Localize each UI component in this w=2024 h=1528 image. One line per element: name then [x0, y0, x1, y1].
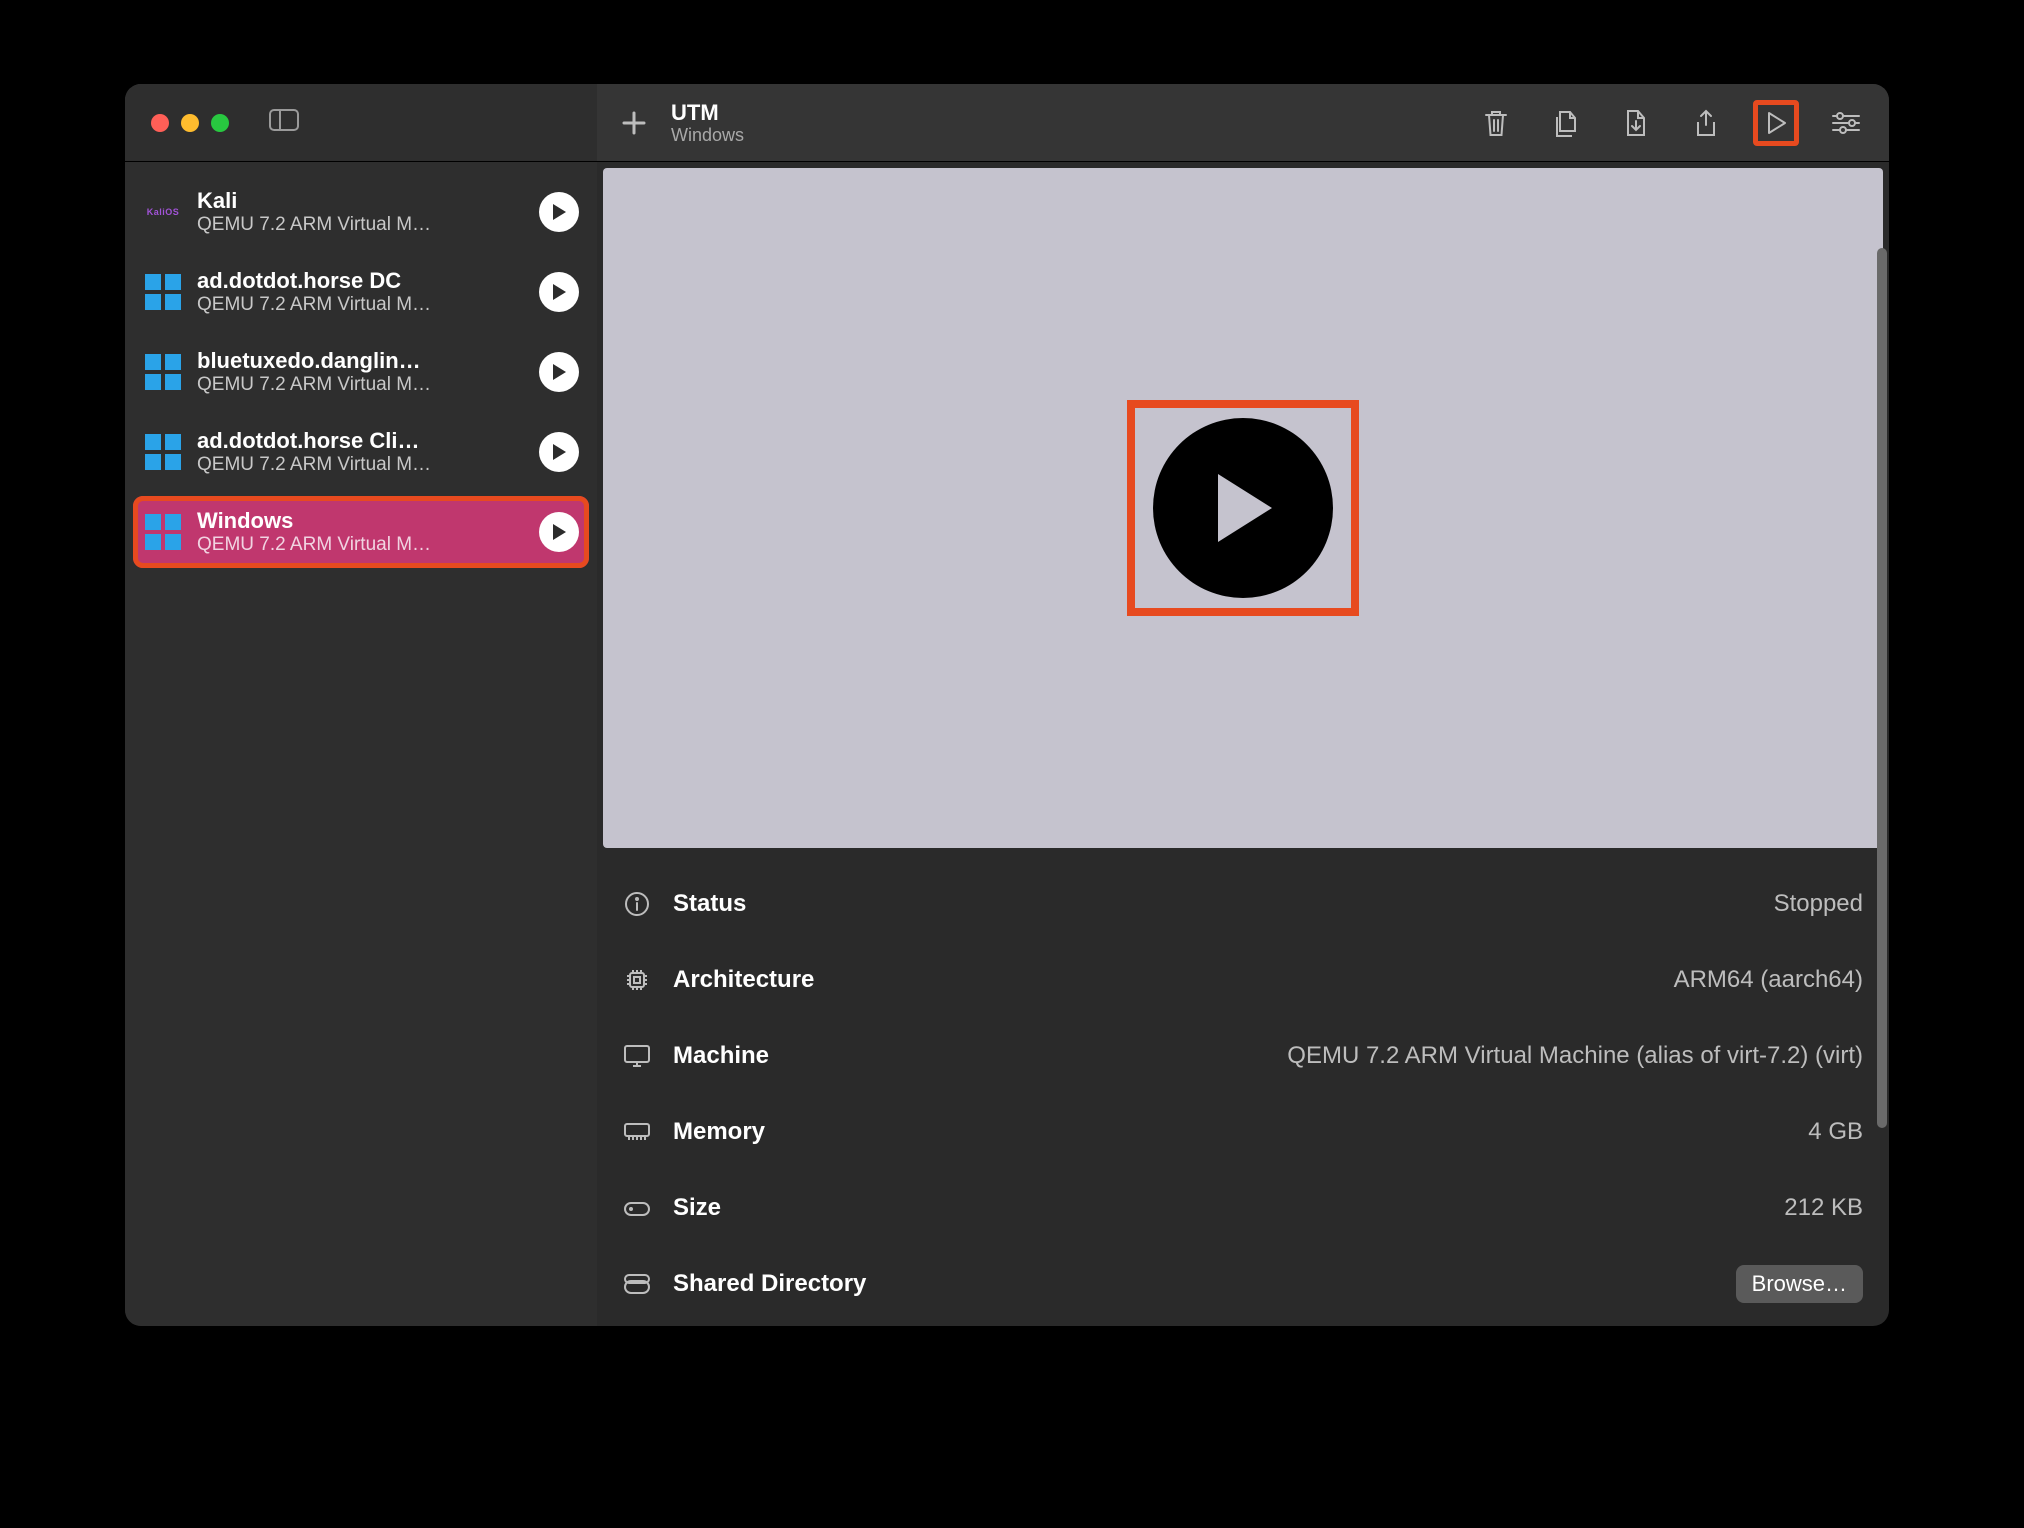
vm-name: Windows [197, 508, 525, 534]
move-button[interactable] [1613, 100, 1659, 146]
sidebar-item-bluetuxedo[interactable]: bluetuxedo.danglin… QEMU 7.2 ARM Virtual… [133, 336, 589, 408]
vm-details: Status Stopped Architecture ARM64 (aarch… [597, 848, 1889, 1326]
sidebar-item-kali[interactable]: KaliOS Kali QEMU 7.2 ARM Virtual M… [133, 176, 589, 248]
settings-button[interactable] [1823, 100, 1869, 146]
windows-icon [143, 512, 183, 552]
play-icon[interactable] [539, 352, 579, 392]
play-icon[interactable] [539, 432, 579, 472]
windows-icon [143, 432, 183, 472]
vm-name: Kali [197, 188, 525, 214]
detail-label: Status [673, 890, 746, 918]
detail-value: ARM64 (aarch64) [1674, 966, 1863, 994]
delete-button[interactable] [1473, 100, 1519, 146]
scrollbar[interactable] [1877, 248, 1887, 1128]
browse-button[interactable]: Browse… [1736, 1265, 1863, 1303]
body: KaliOS Kali QEMU 7.2 ARM Virtual M… ad.d… [125, 162, 1889, 1326]
new-vm-button[interactable] [611, 100, 657, 146]
window-controls [151, 114, 229, 132]
detail-value: QEMU 7.2 ARM Virtual Machine (alias of v… [1287, 1042, 1863, 1070]
vm-sub: QEMU 7.2 ARM Virtual M… [197, 534, 525, 556]
toggle-sidebar-button[interactable] [269, 109, 299, 136]
detail-label: Shared Directory [673, 1270, 866, 1298]
detail-row-machine: Machine QEMU 7.2 ARM Virtual Machine (al… [623, 1018, 1863, 1094]
vm-name: ad.dotdot.horse DC [197, 268, 525, 294]
detail-row-status: Status Stopped [623, 866, 1863, 942]
detail-row-architecture: Architecture ARM64 (aarch64) [623, 942, 1863, 1018]
title-block: UTM Windows [671, 100, 744, 146]
play-icon[interactable] [539, 192, 579, 232]
detail-label: Size [673, 1194, 721, 1222]
kali-icon: KaliOS [143, 192, 183, 232]
share-button[interactable] [1683, 100, 1729, 146]
vm-sub: QEMU 7.2 ARM Virtual M… [197, 294, 525, 316]
titlebar-main: UTM Windows [597, 84, 1889, 161]
detail-row-shared-directory: Shared Directory Browse… [623, 1246, 1863, 1322]
display-icon [623, 1044, 651, 1068]
vm-sub: QEMU 7.2 ARM Virtual M… [197, 374, 525, 396]
windows-icon [143, 352, 183, 392]
detail-label: Machine [673, 1042, 769, 1070]
vm-preview [603, 168, 1883, 848]
play-icon[interactable] [539, 512, 579, 552]
zoom-window-button[interactable] [211, 114, 229, 132]
detail-label: Architecture [673, 966, 814, 994]
sidebar-item-ad-client[interactable]: ad.dotdot.horse Cli… QEMU 7.2 ARM Virtua… [133, 416, 589, 488]
toolbar-actions [1473, 100, 1879, 146]
detail-value: 212 KB [1784, 1194, 1863, 1222]
preview-play-button[interactable] [1153, 418, 1333, 598]
sidebar: KaliOS Kali QEMU 7.2 ARM Virtual M… ad.d… [125, 162, 597, 1326]
titlebar: UTM Windows [125, 84, 1889, 162]
info-icon [623, 891, 651, 917]
drive-icon [623, 1198, 651, 1218]
vm-sub: QEMU 7.2 ARM Virtual M… [197, 454, 525, 476]
vm-sub: QEMU 7.2 ARM Virtual M… [197, 214, 525, 236]
memory-icon [623, 1122, 651, 1142]
detail-value: 4 GB [1808, 1118, 1863, 1146]
folder-icon [623, 1273, 651, 1295]
titlebar-left [125, 84, 597, 161]
detail-value: Stopped [1774, 890, 1863, 918]
cpu-icon [623, 967, 651, 993]
app-window: UTM Windows [125, 84, 1889, 1326]
app-title: UTM [671, 100, 744, 125]
detail-label: Memory [673, 1118, 765, 1146]
detail-row-size: Size 212 KB [623, 1170, 1863, 1246]
detail-row-memory: Memory 4 GB [623, 1094, 1863, 1170]
clone-button[interactable] [1543, 100, 1589, 146]
main-pane: Status Stopped Architecture ARM64 (aarch… [597, 162, 1889, 1326]
vm-name: ad.dotdot.horse Cli… [197, 428, 525, 454]
vm-name: bluetuxedo.danglin… [197, 348, 525, 374]
preview-play-highlight [1127, 400, 1359, 616]
windows-icon [143, 272, 183, 312]
minimize-window-button[interactable] [181, 114, 199, 132]
play-icon[interactable] [539, 272, 579, 312]
close-window-button[interactable] [151, 114, 169, 132]
sidebar-item-ad-dc[interactable]: ad.dotdot.horse DC QEMU 7.2 ARM Virtual … [133, 256, 589, 328]
sidebar-item-windows[interactable]: Windows QEMU 7.2 ARM Virtual M… [133, 496, 589, 568]
run-button[interactable] [1753, 100, 1799, 146]
app-subtitle: Windows [671, 125, 744, 146]
